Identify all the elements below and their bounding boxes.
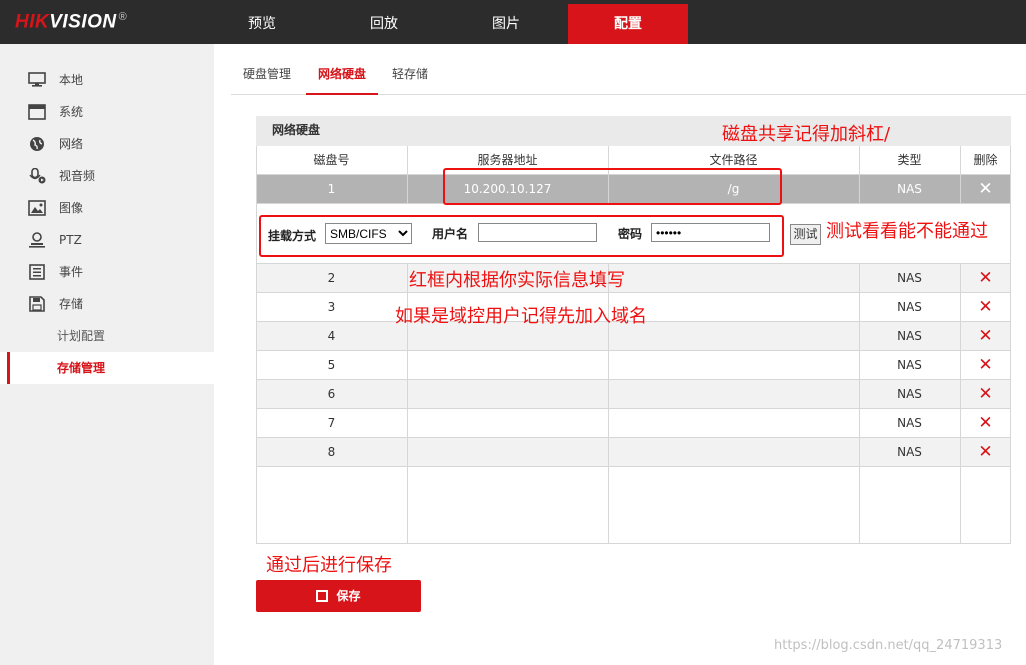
disk-type: NAS — [897, 387, 922, 401]
disk-type: NAS — [897, 416, 922, 430]
panel-title: 网络硬盘 — [256, 116, 1011, 146]
delete-icon[interactable]: ✕ — [960, 322, 1011, 351]
window-icon — [28, 104, 46, 120]
sidebar-item-label: 存储 — [59, 297, 84, 311]
table-row[interactable]: 7 NAS ✕ — [256, 409, 1011, 438]
column-header-disk-no: 磁盘号 — [256, 146, 407, 175]
user-camera-icon — [29, 232, 45, 248]
sidebar-item-label: 网络 — [59, 137, 84, 151]
grid-line — [1010, 204, 1011, 544]
watermark: https://blog.csdn.net/qq_24719313 — [774, 638, 1003, 653]
hikvision-logo: HIKVISION ® — [15, 11, 128, 33]
sidebar-item-network[interactable]: 网络 — [0, 128, 214, 160]
tab-hdd-management[interactable]: 硬盘管理 — [243, 57, 291, 95]
grid-line — [256, 146, 257, 204]
delete-icon[interactable]: ✕ — [960, 380, 1011, 409]
list-icon — [29, 264, 45, 280]
disk-no: 4 — [327, 329, 336, 343]
annotation-save: 通过后进行保存 — [266, 555, 392, 576]
delete-icon[interactable]: ✕ — [960, 175, 1011, 204]
nav-tab-preview[interactable]: 预览 — [202, 4, 322, 44]
disk-no: 2 — [327, 271, 336, 285]
disk-type: NAS — [897, 271, 922, 285]
active-indicator — [7, 352, 10, 384]
floppy-icon — [29, 296, 45, 312]
disk-type: NAS — [897, 300, 922, 314]
grid-line — [256, 204, 257, 544]
sidebar-item-event[interactable]: 事件 — [0, 256, 214, 288]
grid-line — [859, 264, 860, 544]
sidebar-item-label: 存储管理 — [57, 361, 106, 375]
column-header-delete: 删除 — [960, 146, 1011, 175]
sidebar-item-label: 计划配置 — [57, 329, 106, 343]
globe-icon — [30, 137, 44, 151]
disk-no: 8 — [327, 445, 336, 459]
table-row[interactable]: 8 NAS ✕ — [256, 438, 1011, 467]
nav-tab-playback[interactable]: 回放 — [324, 4, 444, 44]
sidebar: 本地 系统 网络 视音频 图像 PTZ 事件 存储 计划配置 存储管理 — [0, 44, 214, 665]
nav-tab-picture[interactable]: 图片 — [446, 4, 566, 44]
sidebar-item-storage[interactable]: 存储 — [0, 288, 214, 320]
sidebar-item-label: 视音频 — [59, 169, 96, 183]
grid-line — [1010, 146, 1011, 204]
annotation-fill: 红框内根据你实际信息填写 — [409, 270, 625, 291]
column-header-type: 类型 — [859, 146, 960, 175]
disk-type: NAS — [897, 182, 922, 196]
disk-no: 3 — [327, 300, 336, 314]
disk-no: 5 — [327, 358, 336, 372]
grid-line — [859, 146, 860, 204]
floppy-icon — [316, 590, 329, 602]
delete-icon[interactable]: ✕ — [960, 438, 1011, 467]
disk-no: 6 — [327, 387, 336, 401]
table-row[interactable]: 2 NAS ✕ — [256, 264, 1011, 293]
grid-line — [407, 146, 408, 204]
save-label: 保存 — [336, 589, 361, 603]
sidebar-item-ptz[interactable]: PTZ — [0, 224, 214, 256]
save-button[interactable]: 保存 — [256, 580, 421, 612]
annotation-slash: 磁盘共享记得加斜杠/ — [722, 124, 891, 145]
disk-type: NAS — [897, 329, 922, 343]
sidebar-item-system[interactable]: 系统 — [0, 96, 214, 128]
disk-no: 1 — [327, 182, 336, 196]
sidebar-item-image[interactable]: 图像 — [0, 192, 214, 224]
sidebar-item-label: 事件 — [59, 265, 84, 279]
sidebar-item-storage-management[interactable]: 存储管理 — [0, 352, 214, 384]
delete-icon[interactable]: ✕ — [960, 409, 1011, 438]
disk-type: NAS — [897, 358, 922, 372]
delete-icon[interactable]: ✕ — [960, 264, 1011, 293]
top-bar: HIKVISION ® 预览 回放 图片 配置 — [0, 0, 1026, 44]
subtab-bar: 硬盘管理 网络硬盘 轻存储 — [231, 57, 1026, 95]
microphone-icon — [29, 168, 46, 184]
nav-tab-configuration[interactable]: 配置 — [568, 4, 688, 44]
sidebar-item-video-audio[interactable]: 视音频 — [0, 160, 214, 192]
annotation-test: 测试看看能不能通过 — [826, 221, 988, 242]
disk-no: 7 — [327, 416, 336, 430]
annotation-domain: 如果是域控用户记得先加入域名 — [395, 306, 647, 327]
sidebar-item-label: 系统 — [59, 105, 84, 119]
monitor-icon — [28, 72, 46, 87]
test-button[interactable]: 测试 — [790, 224, 821, 245]
sidebar-item-label: PTZ — [59, 233, 82, 247]
sidebar-item-schedule[interactable]: 计划配置 — [0, 320, 214, 352]
table-row[interactable]: 5 NAS ✕ — [256, 351, 1011, 380]
disk-type: NAS — [897, 445, 922, 459]
annotation-box-address — [443, 168, 782, 205]
image-icon — [28, 200, 46, 216]
delete-icon[interactable]: ✕ — [960, 293, 1011, 322]
grid-line — [256, 543, 1011, 544]
table-row[interactable]: 6 NAS ✕ — [256, 380, 1011, 409]
tab-net-hdd[interactable]: 网络硬盘 — [306, 57, 378, 95]
annotation-box-credentials — [259, 215, 784, 257]
sidebar-item-label: 图像 — [59, 201, 84, 215]
delete-icon[interactable]: ✕ — [960, 351, 1011, 380]
grid-line — [256, 263, 1011, 264]
sidebar-item-label: 本地 — [59, 73, 84, 87]
grid-line — [960, 146, 961, 204]
grid-line — [960, 264, 961, 544]
tab-light-storage[interactable]: 轻存储 — [392, 57, 428, 95]
sidebar-item-local[interactable]: 本地 — [0, 64, 214, 96]
